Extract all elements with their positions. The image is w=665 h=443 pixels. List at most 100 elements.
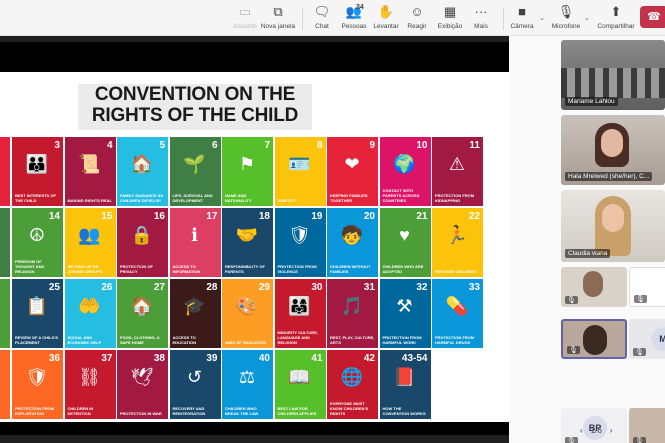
- right-number: 6: [211, 140, 218, 151]
- right-number: 33: [468, 282, 480, 293]
- right-number: 16: [153, 211, 165, 222]
- share-button[interactable]: ⬆ Compartilhar: [595, 4, 637, 34]
- right-cell-4: 4 📜 Making rights real: [64, 137, 116, 206]
- right-pictogram-icon: 🏠: [130, 154, 154, 174]
- right-pictogram-icon: 📋: [25, 296, 49, 316]
- right-cell-24: [0, 279, 10, 348]
- right-caption: Protection from violence: [277, 264, 317, 274]
- right-pictogram-icon: 🛡: [25, 367, 49, 387]
- right-pictogram-icon: 🪪: [288, 154, 311, 174]
- rights-icon-grid: 3 👪 Best interests of the child 4 📜 Making ri…: [0, 137, 483, 419]
- right-cell-35: [0, 350, 10, 419]
- right-pictogram-icon: ↺: [186, 367, 203, 387]
- right-caption: Setting up or joining groups: [67, 264, 103, 274]
- more-button[interactable]: ··· Mais: [461, 4, 501, 34]
- right-cell-16: 16 🔒 Protection of privacy: [117, 208, 168, 277]
- right-cell-19: 19 🛡 Protection from violence: [274, 208, 326, 277]
- right-pictogram-icon: ⛓: [78, 367, 101, 387]
- slide-title: CONVENTION ON THE RIGHTS OF THE CHILD: [78, 84, 312, 130]
- mic-muted-icon: 🎙: [633, 437, 646, 443]
- right-cell-18: 18 🤝 Responsibility of parents: [222, 208, 273, 277]
- participant-tile-1[interactable]: Mariame Lahlou: [561, 40, 665, 110]
- right-cell-32: 32 ⚒ Protection from harmful work: [379, 279, 431, 348]
- right-cell-41: 41 📖 Best law for children applies: [274, 350, 326, 419]
- right-caption: Name and nationality: [225, 193, 252, 203]
- new-window-icon: ⧉: [273, 4, 283, 19]
- right-cell-28: 28 🎓 Access to education: [169, 279, 221, 348]
- right-cell-31: 31 🎵 Rest, play, culture, arts: [327, 279, 378, 348]
- small-tile-3[interactable]: 🎙: [561, 319, 627, 359]
- right-caption: Children in detention: [67, 406, 94, 416]
- mic-options-chevron-icon[interactable]: ⌄: [584, 14, 590, 22]
- new-window-button[interactable]: ⧉ Nova janela: [258, 4, 298, 34]
- small-tile-1[interactable]: 🎙: [561, 267, 627, 307]
- right-cell-29: 29 🎨 Aims of education: [222, 279, 273, 348]
- small-tile-4[interactable]: M 🎙: [629, 319, 665, 359]
- chevron-right-icon[interactable]: ›: [610, 426, 613, 435]
- right-pictogram-icon: ⚠: [448, 154, 466, 174]
- microphone-button[interactable]: 🎙 Microfone: [546, 4, 586, 34]
- right-number: 41: [311, 353, 323, 364]
- right-number: 27: [153, 282, 165, 293]
- small-tile-6[interactable]: 🎙: [629, 408, 665, 443]
- right-pictogram-icon: 🤲: [78, 296, 101, 316]
- right-cell-39: 39 ↺ Recovery and reintegration: [169, 350, 221, 419]
- right-cell-22: 22 🏃 Refugee children: [432, 208, 483, 277]
- right-number: 7: [264, 140, 270, 151]
- right-caption: Protection of privacy: [120, 264, 153, 274]
- right-caption: Protection in war: [120, 411, 162, 416]
- right-number: 14: [48, 211, 60, 222]
- right-number: 39: [206, 353, 218, 364]
- participant-name: Hala Mreiwed (she/her), C...: [565, 172, 653, 181]
- mic-muted-icon: 🎙: [565, 296, 578, 304]
- right-cell-10: 10 🌍 Contact with parents across countries: [379, 137, 431, 206]
- right-caption: Children who are adopted: [382, 264, 424, 274]
- right-number: 8: [316, 140, 323, 151]
- right-caption: Minority culture, language and religion: [277, 330, 319, 345]
- right-pictogram-icon: ⚒: [396, 296, 413, 316]
- right-pictogram-icon: 🏠: [130, 296, 154, 316]
- teams-meeting-window: { "toolbar": { "assunto": "Assunto", "no…: [0, 0, 665, 443]
- leave-call-button[interactable]: ☎: [640, 6, 665, 28]
- participant-name: Claudia viana: [565, 249, 611, 258]
- chevron-left-icon[interactable]: ‹: [580, 426, 583, 435]
- camera-label: Câmera: [510, 23, 534, 30]
- right-caption: Access to information: [172, 264, 201, 274]
- right-number: 43-54: [401, 353, 428, 364]
- right-caption: Responsibility of parents: [225, 264, 265, 274]
- mic-muted-icon: 🎙: [567, 346, 580, 354]
- right-pictogram-icon: 📜: [78, 154, 101, 174]
- camera-options-chevron-icon[interactable]: ⌄: [539, 14, 545, 22]
- right-cell-36: 36 🛡 Protection from exploitation: [12, 350, 63, 419]
- right-pictogram-icon: 🧒: [340, 225, 364, 245]
- right-caption: Best law for children applies: [277, 406, 317, 416]
- participant-tile-3[interactable]: Claudia viana: [561, 190, 665, 262]
- right-pictogram-icon: 👥: [78, 225, 101, 245]
- participant-tile-2[interactable]: Hala Mreiwed (she/her), C...: [561, 115, 665, 185]
- page-indicator: 1/6: [590, 426, 602, 435]
- right-pictogram-icon: 🎓: [183, 296, 206, 316]
- right-cell-43-54: 43-54 📕 How the convention works: [379, 350, 431, 419]
- camera-button[interactable]: ■ Câmera: [502, 4, 542, 34]
- right-pictogram-icon: 🎨: [235, 296, 259, 316]
- right-number: 20: [363, 211, 375, 222]
- right-cell-17: 17 ℹ Access to information: [169, 208, 221, 277]
- right-number: 36: [48, 353, 60, 364]
- right-pictogram-icon: 🌐: [340, 367, 364, 387]
- right-cell-5: 5 🏠 Family guidance as children develop: [117, 137, 168, 206]
- share-label: Compartilhar: [597, 23, 635, 30]
- small-tile-2[interactable]: 🎙: [629, 267, 665, 307]
- right-caption: Children without families: [330, 264, 371, 274]
- mic-off-icon: 🎙: [557, 4, 575, 19]
- right-cell-7: 7 ⚑ Name and nationality: [222, 137, 273, 206]
- right-caption: Review of a child's placement: [15, 335, 59, 345]
- more-icon: ···: [474, 4, 488, 19]
- right-pictogram-icon: ☮: [28, 225, 46, 245]
- right-number: 5: [159, 140, 165, 151]
- right-number: 19: [311, 211, 323, 222]
- right-number: 26: [101, 282, 113, 293]
- right-cell-13: [0, 208, 10, 277]
- right-caption: Rest, play, culture, arts: [330, 335, 375, 345]
- right-pictogram-icon: ♥: [399, 225, 410, 245]
- right-number: 22: [468, 211, 480, 222]
